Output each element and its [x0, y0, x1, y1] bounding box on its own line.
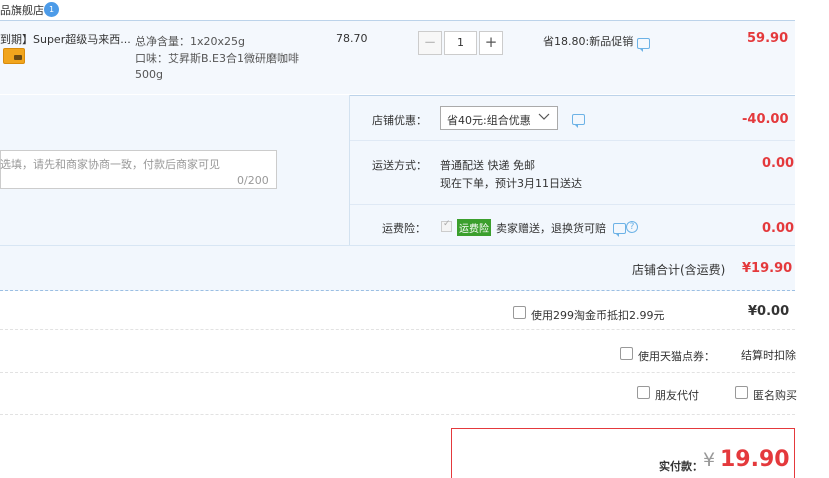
insurance-amount: 0.00: [762, 221, 795, 236]
help-icon[interactable]: ?: [626, 221, 638, 233]
discount-amount: -40.00: [742, 112, 789, 127]
friend-pay-checkbox[interactable]: [637, 386, 650, 399]
unit-price: 78.70: [336, 32, 368, 45]
insurance-tag: 运费险: [457, 219, 491, 236]
delivery-method: 普通配送 快递 免邮: [440, 159, 535, 172]
item-spec-weight: 500g: [135, 68, 163, 81]
points-label[interactable]: 使用天猫点券：: [638, 348, 715, 364]
shop-discount-label: 店铺优惠：: [372, 114, 427, 127]
friend-pay-label[interactable]: 朋友代付: [655, 387, 699, 403]
divider: [0, 329, 795, 330]
item-promo: 省18.80:新品促销: [543, 35, 634, 48]
delivery-amount: 0.00: [762, 156, 795, 171]
insurance-label: 运费险：: [382, 222, 426, 235]
coin-label[interactable]: 使用299淘金币抵扣2.99元: [531, 307, 665, 323]
divider: [0, 372, 795, 373]
insurance-desc: 卖家赠送，退换货可赔: [496, 222, 606, 235]
shop-badge-icon: 1: [44, 2, 59, 17]
shop-total-label: 店铺合计(含运费): [632, 263, 726, 277]
chat-icon[interactable]: [637, 38, 650, 52]
coin-checkbox[interactable]: [513, 306, 526, 319]
item-title-link[interactable]: 到期】Super超级马来西...: [0, 31, 131, 47]
divider: [350, 140, 795, 141]
delivery-label: 运送方式：: [372, 159, 427, 172]
quantity-minus-button[interactable]: −: [418, 31, 442, 55]
quantity-plus-button[interactable]: +: [479, 31, 503, 55]
points-checkbox[interactable]: [620, 347, 633, 360]
quantity-stepper: − 1 +: [418, 31, 503, 55]
memo-placeholder: 选填，请先和商家协商一致，付款后商家可见: [0, 158, 220, 171]
insurance-checkbox: [441, 219, 452, 232]
chat-icon[interactable]: [613, 223, 626, 237]
divider: [349, 95, 350, 245]
points-note: 结算时扣除: [741, 349, 796, 362]
divider: [350, 204, 795, 205]
chevron-down-icon: [538, 113, 550, 120]
chat-icon[interactable]: [572, 114, 585, 128]
discount-select-value: 省40元:组合优惠: [447, 114, 531, 127]
anonymous-checkbox[interactable]: [735, 386, 748, 399]
coin-amount: ¥0.00: [748, 304, 790, 319]
card-icon: [3, 48, 25, 64]
quantity-input[interactable]: 1: [444, 31, 477, 55]
shop-name[interactable]: 品旗舰店: [0, 2, 44, 18]
shop-total-amount: ¥19.90: [742, 261, 793, 276]
delivery-eta: 现在下单，预计3月11日送达: [440, 177, 582, 190]
quantity-value: 1: [457, 36, 464, 49]
payment-amount: 19.90: [720, 447, 790, 472]
item-subtotal: 59.90: [747, 31, 789, 46]
item-spec-flavor: 口味：艾昇斯B.E3合1微研磨咖啡: [135, 52, 299, 65]
payment-label: 实付款：: [659, 460, 703, 473]
memo-char-count: 0/200: [237, 174, 269, 187]
anonymous-label[interactable]: 匿名购买: [753, 387, 797, 403]
payment-currency: ¥: [703, 449, 716, 471]
item-spec-net: 总净含量：1x20x25g: [135, 35, 245, 48]
divider: [0, 414, 795, 415]
